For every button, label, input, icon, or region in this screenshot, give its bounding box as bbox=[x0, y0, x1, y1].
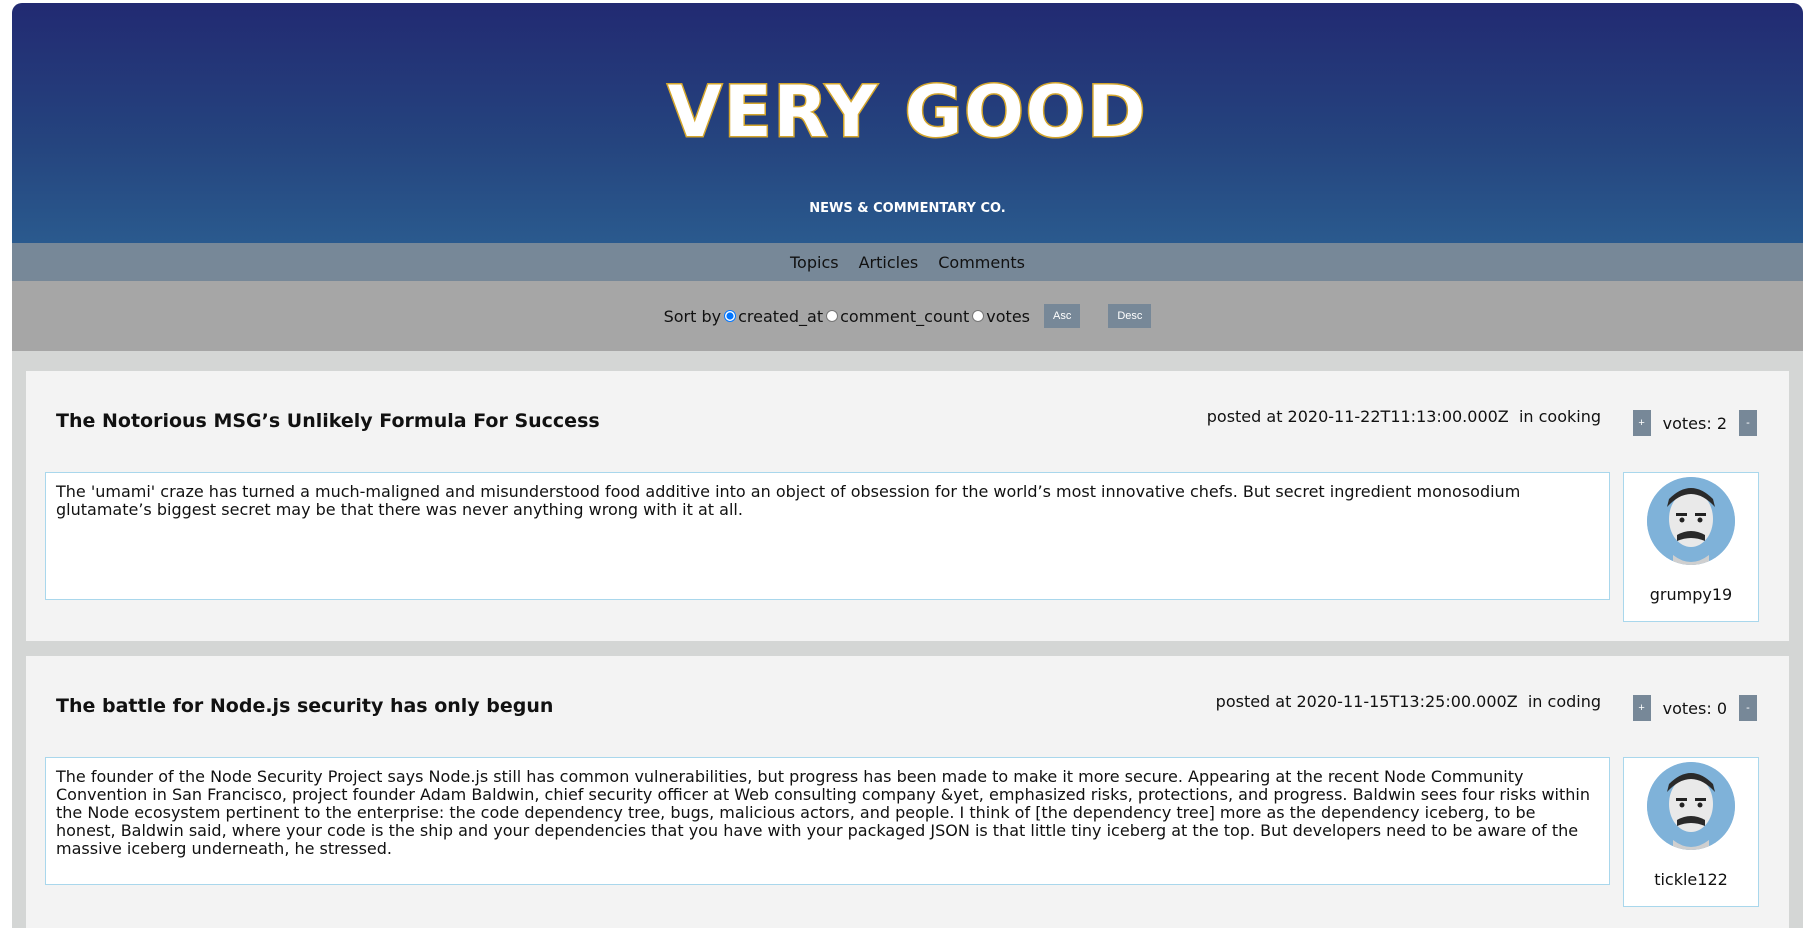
sort-option-votes[interactable]: votes bbox=[969, 307, 1030, 326]
vote-controls: + votes: 2 - bbox=[1632, 410, 1757, 436]
sort-option-comment-count[interactable]: comment_count bbox=[823, 307, 969, 326]
site-title: VERY GOOD bbox=[666, 70, 1148, 155]
author-card[interactable]: grumpy19 bbox=[1623, 472, 1759, 622]
sort-option-label: votes bbox=[986, 306, 1030, 326]
vote-count: votes: 2 bbox=[1662, 413, 1727, 433]
sort-radio-comment-count[interactable] bbox=[826, 310, 839, 322]
downvote-button[interactable]: - bbox=[1739, 695, 1757, 721]
article-meta: posted at 2020-11-15T13:25:00.000Z in co… bbox=[1216, 692, 1601, 711]
vote-controls: + votes: 0 - bbox=[1632, 695, 1757, 721]
article-body: The founder of the Node Security Project… bbox=[45, 757, 1610, 885]
upvote-button[interactable]: + bbox=[1632, 695, 1651, 721]
author-name[interactable]: tickle122 bbox=[1624, 870, 1758, 889]
article-card: The battle for Node.js security has only… bbox=[26, 656, 1789, 928]
article-topic[interactable]: in coding bbox=[1528, 692, 1601, 711]
site-header: VERY GOOD NEWS & COMMENTARY CO. bbox=[12, 3, 1803, 243]
sort-option-label: comment_count bbox=[840, 306, 970, 326]
article-body: The 'umami' craze has turned a much-mali… bbox=[45, 472, 1610, 600]
sort-bar: Sort by created_at comment_count votes A… bbox=[12, 281, 1803, 351]
article-meta: posted at 2020-11-22T11:13:00.000Z in co… bbox=[1207, 407, 1601, 426]
author-card[interactable]: tickle122 bbox=[1623, 757, 1759, 907]
sort-option-label: created_at bbox=[738, 306, 824, 326]
article-posted-at: posted at 2020-11-15T13:25:00.000Z bbox=[1215, 692, 1518, 711]
avatar-face-icon bbox=[1647, 477, 1735, 565]
nav-articles[interactable]: Articles bbox=[859, 253, 919, 272]
author-name[interactable]: grumpy19 bbox=[1624, 585, 1758, 604]
main-nav: Topics Articles Comments bbox=[12, 243, 1803, 281]
upvote-button[interactable]: + bbox=[1632, 410, 1651, 436]
app-container: VERY GOOD NEWS & COMMENTARY CO. Topics A… bbox=[12, 3, 1803, 928]
nav-topics[interactable]: Topics bbox=[790, 253, 839, 272]
avatar bbox=[1647, 477, 1735, 565]
article-title[interactable]: The Notorious MSG’s Unlikely Formula For… bbox=[56, 410, 600, 432]
article-card: The Notorious MSG’s Unlikely Formula For… bbox=[26, 371, 1789, 641]
article-topic[interactable]: in cooking bbox=[1519, 407, 1601, 426]
sort-radio-created-at[interactable] bbox=[724, 310, 737, 322]
article-posted-at: posted at 2020-11-22T11:13:00.000Z bbox=[1206, 407, 1509, 426]
vote-count: votes: 0 bbox=[1662, 698, 1727, 718]
nav-comments[interactable]: Comments bbox=[938, 253, 1025, 272]
article-title[interactable]: The battle for Node.js security has only… bbox=[56, 695, 553, 717]
avatar-face-icon bbox=[1647, 762, 1735, 850]
sort-radio-votes[interactable] bbox=[972, 310, 985, 322]
sort-option-created-at[interactable]: created_at bbox=[721, 307, 823, 326]
downvote-button[interactable]: - bbox=[1739, 410, 1757, 436]
sort-label: Sort by bbox=[663, 306, 722, 326]
site-subtitle: NEWS & COMMENTARY CO. bbox=[809, 201, 1006, 216]
sort-desc-button[interactable]: Desc bbox=[1108, 304, 1152, 328]
avatar bbox=[1647, 762, 1735, 850]
sort-asc-button[interactable]: Asc bbox=[1044, 304, 1081, 328]
